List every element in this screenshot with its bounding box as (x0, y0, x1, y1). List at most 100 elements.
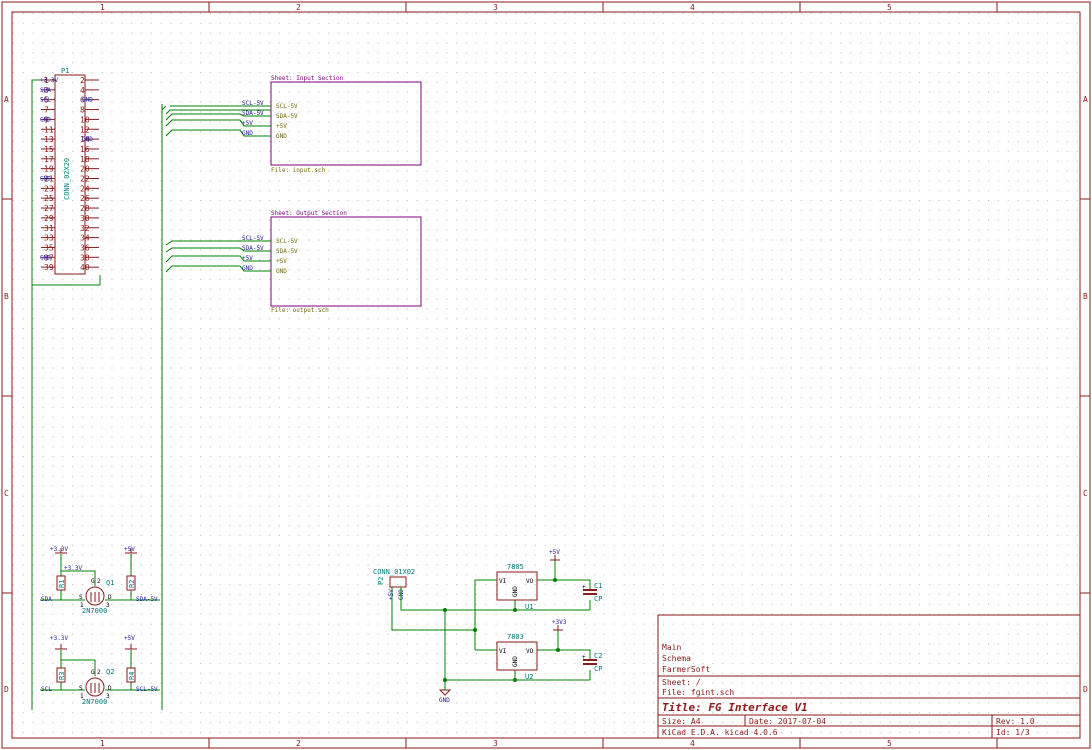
p1-pin-number-right: 2 (80, 76, 85, 85)
ls1-r-right: R2 (128, 580, 136, 588)
regulator-pin-vi: VI (499, 648, 507, 655)
col-label-2-bottom: 2 (296, 739, 301, 748)
ls1-value: 2N7000 (82, 607, 107, 615)
p1-net-label-right: GND (82, 136, 93, 143)
regulator-pin-gnd: GND (512, 586, 519, 597)
sheet-output-pin-5v: +5V (276, 258, 287, 265)
ls2-pwr-right: +5V (124, 635, 135, 642)
connector-p1-ref: P1 (61, 67, 69, 75)
ls1-pin-s: S (79, 594, 83, 601)
p1-pin-number-right: 32 (80, 224, 90, 233)
p1-net-label-left: SCL (40, 97, 51, 104)
ls2-ref: Q2 (106, 668, 114, 676)
p1-pin-number-right: 4 (80, 86, 85, 95)
p1-pin-number-right: 22 (80, 175, 90, 184)
p1-pin-number-right: 30 (80, 214, 90, 223)
sheet-output-pin-scl: SCL-5V (276, 238, 298, 245)
ls2-pin-g: G (91, 669, 95, 676)
p1-pin-number-left: 35 (44, 243, 54, 252)
col-label-3-bottom: 3 (493, 739, 498, 748)
ls1-net-right: SDA-5V (136, 596, 158, 603)
col-label-2: 2 (296, 3, 301, 12)
title-block-line-schema: Schema (662, 654, 691, 663)
p1-pin-number-left: 27 (44, 204, 54, 213)
ls2-pwr-left: +3.3V (50, 635, 68, 642)
conn-p2-value: CONN_01X02 (373, 568, 415, 576)
p1-net-label-left: +3.3V (40, 77, 58, 84)
regulator-pin-vo: VO (526, 578, 534, 585)
p1-pin-number-left: 15 (44, 145, 54, 154)
p1-pin-number-left: 31 (44, 224, 54, 233)
sheet-output-file: File: output.sch (271, 307, 329, 314)
sheet-input-pin-gnd: GND (276, 133, 287, 140)
gnd-symbol-label: GND (439, 697, 450, 704)
ls1-pin-d: D (108, 594, 112, 601)
col-label-4-bottom: 4 (690, 739, 695, 748)
p1-net-label-left: GND (40, 116, 51, 123)
p1-pin-number-right: 10 (80, 115, 90, 124)
p1-pin-number-left: 19 (44, 165, 54, 174)
sheet-input-pin-5v: +5V (276, 123, 287, 130)
capacitor-plus: + (582, 654, 586, 661)
conn-p2-ref: P2 (377, 577, 385, 585)
capacitor-ref: C2 (594, 652, 602, 660)
p1-pin-number-right: 18 (80, 155, 90, 164)
ls2-r-right: R4 (128, 672, 136, 680)
ls1-net-left: SDA (41, 596, 52, 603)
col-label-5: 5 (887, 3, 892, 12)
sheet-output-pin-gnd: GND (276, 268, 287, 275)
connector-p1-value: CONN_02X20 (63, 158, 71, 200)
title-block-kicad: KiCad E.D.A. kicad 4.0.6 (662, 728, 778, 737)
ls2-net-left: SCL (41, 686, 52, 693)
p1-pin-number-left: 29 (44, 214, 54, 223)
title-block-date: Date: 2017-07-04 (749, 717, 826, 726)
p1-net-label-left: SDA (40, 87, 51, 94)
col-label-4: 4 (690, 3, 695, 12)
p1-pin-number-left: 17 (44, 155, 54, 164)
title-block-line-company: FarmerSoft (662, 665, 710, 674)
ls2-net-right: SCL-5V (136, 686, 158, 693)
p1-pin-number-right: 12 (80, 125, 90, 134)
p1-pin-number-right: 38 (80, 253, 90, 262)
sheet-input-title: Sheet: Input Section (271, 75, 344, 82)
sheet-output-title: Sheet: Output Section (271, 210, 347, 217)
title-block-id: Id: 1/3 (996, 728, 1030, 737)
ls1-pwr-left: +3.3V (50, 546, 68, 553)
sheet-input-wire-label-gnd: GND (242, 130, 253, 137)
ls2-pin-d: D (108, 685, 112, 692)
p1-net-label-left: GND (40, 176, 51, 183)
row-label-d: D (4, 685, 9, 694)
capacitor-ref: C1 (594, 582, 602, 590)
p1-pin-number-left: 33 (44, 234, 54, 243)
p1-pin-number-left: 25 (44, 194, 54, 203)
ls2-pin-2: 2 (97, 669, 101, 676)
regulator-pin-vo: VO (526, 648, 534, 655)
row-label-b-right: B (1083, 292, 1088, 301)
sheet-input-wire-label-scl: SCL-5V (242, 100, 264, 107)
ls1-pwr-left-net: +3.3V (64, 565, 82, 572)
p1-net-label-left: GND (40, 254, 51, 261)
ls1-r-left: R1 (58, 580, 66, 588)
regulator-out-net: +5V (549, 549, 560, 556)
p1-pin-number-left: 7 (44, 106, 49, 115)
p1-pin-number-right: 34 (80, 234, 90, 243)
row-label-c-right: C (1083, 489, 1088, 498)
capacitor-value: CP (594, 665, 602, 673)
regulator-pin-gnd: GND (512, 656, 519, 667)
p1-pin-number-right: 40 (80, 263, 90, 272)
ls2-value: 2N7000 (82, 698, 107, 706)
p1-pin-number-left: 39 (44, 263, 54, 272)
ls1-pwr-right: +5V (124, 546, 135, 553)
row-label-b: B (4, 292, 9, 301)
sheet-output-pin-sda: SDA-5V (276, 248, 298, 255)
capacitor-plus: + (582, 584, 586, 591)
title-block-rev: Rev: 1.0 (996, 717, 1035, 726)
p1-pin-number-left: 11 (44, 125, 54, 134)
title-block-line-main: Main (662, 643, 681, 652)
p1-pin-number-right: 8 (80, 106, 85, 115)
col-label-1: 1 (100, 3, 105, 12)
sheet-input-file: File: input.sch (271, 167, 326, 174)
ls1-pin-1: 1 (80, 602, 84, 609)
p1-pin-number-right: 16 (80, 145, 90, 154)
sheet-input-pin-scl: SCL-5V (276, 103, 298, 110)
